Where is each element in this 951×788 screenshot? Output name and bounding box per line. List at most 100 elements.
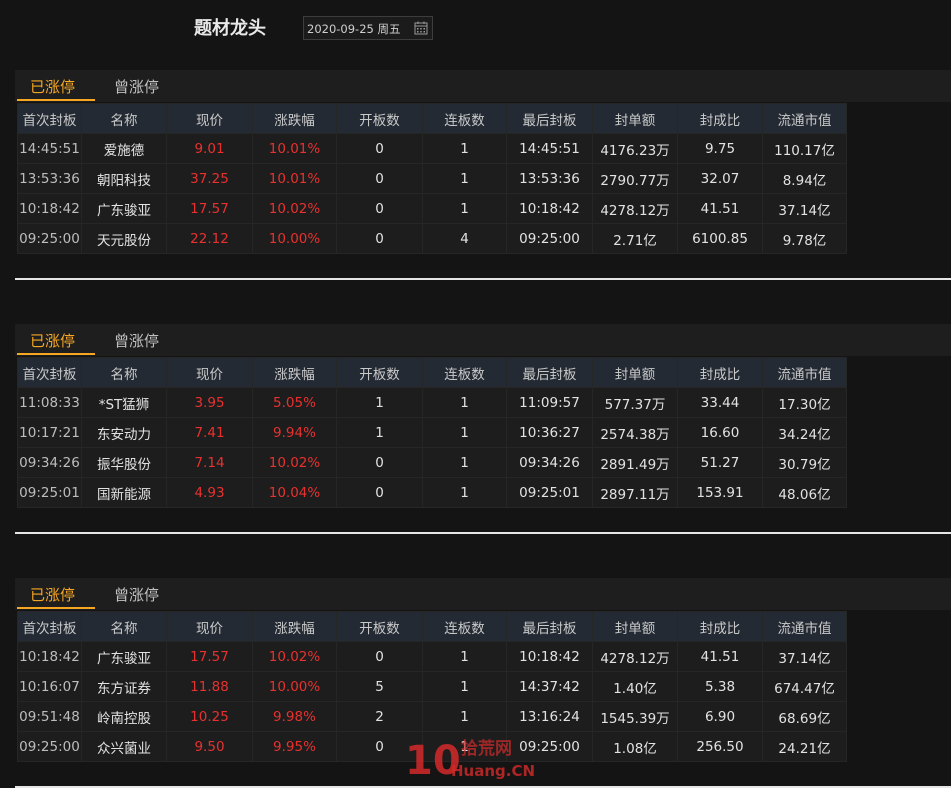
column-header-consecutive-count[interactable]: 连板数 — [422, 611, 507, 642]
cell-float-cap: 37.14亿 — [762, 641, 847, 672]
cell-stock-name: 广东骏亚 — [81, 641, 167, 672]
cell-first-seal-time: 09:51:48 — [17, 701, 82, 732]
table-row[interactable]: 09:34:26 振华股份 7.14 10.02% 0 1 09:34:26 2891.49万… — [17, 447, 847, 478]
tab-ever-limit-up[interactable]: 曾涨停 — [114, 330, 159, 351]
cell-price: 17.57 — [166, 193, 253, 224]
column-header-first-seal-time[interactable]: 首次封板 — [17, 103, 82, 134]
cell-float-cap: 37.14亿 — [762, 193, 847, 224]
column-header-price[interactable]: 现价 — [166, 357, 253, 388]
column-header-first-seal-time[interactable]: 首次封板 — [17, 357, 82, 388]
table-row[interactable]: 10:18:42 广东骏亚 17.57 10.02% 0 1 10:18:42 4278.12… — [17, 193, 847, 224]
column-header-float-cap[interactable]: 流通市值 — [762, 611, 847, 642]
column-header-price[interactable]: 现价 — [166, 103, 253, 134]
column-header-float-cap[interactable]: 流通市值 — [762, 357, 847, 388]
table-row[interactable]: 10:17:21 东安动力 7.41 9.94% 1 1 10:36:27 2574.38万 1… — [17, 417, 847, 448]
column-header-change-pct[interactable]: 涨跌幅 — [252, 611, 337, 642]
cell-change-pct: 10.04% — [252, 477, 337, 508]
cell-float-cap: 68.69亿 — [762, 701, 847, 732]
cell-consecutive-count: 1 — [422, 671, 507, 702]
cell-seal-amount: 577.37万 — [592, 387, 678, 418]
cell-last-seal-time: 10:36:27 — [506, 417, 593, 448]
tab-limit-up[interactable]: 已涨停 — [30, 584, 75, 605]
cell-price: 7.14 — [166, 447, 253, 478]
column-header-last-seal-time[interactable]: 最后封板 — [506, 357, 593, 388]
column-header-stock-name[interactable]: 名称 — [81, 357, 167, 388]
cell-open-count: 0 — [336, 193, 423, 224]
cell-seal-amount: 4278.12万 — [592, 193, 678, 224]
cell-seal-ratio: 33.44 — [677, 387, 763, 418]
cell-change-pct: 10.00% — [252, 223, 337, 254]
column-header-open-count[interactable]: 开板数 — [336, 357, 423, 388]
column-header-seal-ratio[interactable]: 封成比 — [677, 611, 763, 642]
column-header-change-pct[interactable]: 涨跌幅 — [252, 357, 337, 388]
column-header-consecutive-count[interactable]: 连板数 — [422, 357, 507, 388]
calendar-icon[interactable] — [414, 21, 428, 35]
table-header-row: 首次封板 名称 现价 涨跌幅 开板数 连板数 最后封板 封单额 封成比 流通市值 — [17, 611, 847, 642]
column-header-float-cap[interactable]: 流通市值 — [762, 103, 847, 134]
stock-table: 首次封板 名称 现价 涨跌幅 开板数 连板数 最后封板 封单额 封成比 流通市值 14:45:51… — [17, 103, 847, 254]
column-header-price[interactable]: 现价 — [166, 611, 253, 642]
cell-last-seal-time: 09:25:01 — [506, 477, 593, 508]
column-header-stock-name[interactable]: 名称 — [81, 103, 167, 134]
column-header-seal-ratio[interactable]: 封成比 — [677, 103, 763, 134]
column-header-consecutive-count[interactable]: 连板数 — [422, 103, 507, 134]
cell-stock-name: 天元股份 — [81, 223, 167, 254]
column-header-seal-ratio[interactable]: 封成比 — [677, 357, 763, 388]
cell-last-seal-time: 13:16:24 — [506, 701, 593, 732]
cell-last-seal-time: 13:53:36 — [506, 163, 593, 194]
cell-first-seal-time: 10:18:42 — [17, 193, 82, 224]
column-header-seal-amount[interactable]: 封单额 — [592, 103, 678, 134]
table-row[interactable]: 11:08:33 *ST猛狮 3.95 5.05% 1 1 11:09:57 577.37万 3… — [17, 387, 847, 418]
table-row[interactable]: 10:16:07 东方证券 11.88 10.00% 5 1 14:37:42 1.40亿 5.… — [17, 671, 847, 702]
table-row[interactable]: 09:25:00 天元股份 22.12 10.00% 0 4 09:25:00 2.71亿 61… — [17, 223, 847, 254]
cell-consecutive-count: 1 — [422, 193, 507, 224]
tab-bar: 已涨停 曾涨停 — [15, 70, 951, 102]
cell-open-count: 5 — [336, 671, 423, 702]
cell-seal-amount: 2897.11万 — [592, 477, 678, 508]
column-header-change-pct[interactable]: 涨跌幅 — [252, 103, 337, 134]
table-row[interactable]: 13:53:36 朝阳科技 37.25 10.01% 0 1 13:53:36 2790.77… — [17, 163, 847, 194]
cell-change-pct: 9.98% — [252, 701, 337, 732]
column-header-open-count[interactable]: 开板数 — [336, 103, 423, 134]
cell-consecutive-count: 1 — [422, 163, 507, 194]
column-header-stock-name[interactable]: 名称 — [81, 611, 167, 642]
column-header-seal-amount[interactable]: 封单额 — [592, 611, 678, 642]
cell-open-count: 1 — [336, 417, 423, 448]
cell-price: 22.12 — [166, 223, 253, 254]
column-header-open-count[interactable]: 开板数 — [336, 611, 423, 642]
cell-float-cap: 17.30亿 — [762, 387, 847, 418]
cell-open-count: 2 — [336, 701, 423, 732]
column-header-last-seal-time[interactable]: 最后封板 — [506, 103, 593, 134]
date-value: 2020-09-25 周五 — [307, 22, 401, 36]
tab-bar: 已涨停 曾涨停 — [15, 578, 951, 610]
table-row[interactable]: 10:18:42 广东骏亚 17.57 10.02% 0 1 10:18:42 4278.12… — [17, 641, 847, 672]
cell-first-seal-time: 14:45:51 — [17, 133, 82, 164]
cell-float-cap: 674.47亿 — [762, 671, 847, 702]
cell-stock-name: 岭南控股 — [81, 701, 167, 732]
tab-ever-limit-up[interactable]: 曾涨停 — [114, 76, 159, 97]
watermark-text-cn: 拾荒网 — [461, 738, 512, 759]
cell-float-cap: 48.06亿 — [762, 477, 847, 508]
column-header-first-seal-time[interactable]: 首次封板 — [17, 611, 82, 642]
cell-first-seal-time: 11:08:33 — [17, 387, 82, 418]
cell-price: 10.25 — [166, 701, 253, 732]
tab-ever-limit-up[interactable]: 曾涨停 — [114, 584, 159, 605]
table-row[interactable]: 09:51:48 岭南控股 10.25 9.98% 2 1 13:16:24 1545.39万… — [17, 701, 847, 732]
tab-limit-up[interactable]: 已涨停 — [30, 330, 75, 351]
cell-consecutive-count: 1 — [422, 641, 507, 672]
stock-table: 首次封板 名称 现价 涨跌幅 开板数 连板数 最后封板 封单额 封成比 流通市值 11:08:33… — [17, 357, 847, 508]
cell-change-pct: 10.00% — [252, 671, 337, 702]
cell-seal-amount: 2891.49万 — [592, 447, 678, 478]
column-header-seal-amount[interactable]: 封单额 — [592, 357, 678, 388]
table-row[interactable]: 09:25:01 国新能源 4.93 10.04% 0 1 09:25:01 2897.11万… — [17, 477, 847, 508]
cell-price: 4.93 — [166, 477, 253, 508]
table-row[interactable]: 14:45:51 爱施德 9.01 10.01% 0 1 14:45:51 4176.23万 9… — [17, 133, 847, 164]
table-header-row: 首次封板 名称 现价 涨跌幅 开板数 连板数 最后封板 封单额 封成比 流通市值 — [17, 357, 847, 388]
column-header-last-seal-time[interactable]: 最后封板 — [506, 611, 593, 642]
date-picker[interactable]: 2020-09-25 周五 — [303, 16, 433, 40]
cell-seal-ratio: 5.38 — [677, 671, 763, 702]
cell-first-seal-time: 09:25:00 — [17, 731, 82, 762]
table-header-row: 首次封板 名称 现价 涨跌幅 开板数 连板数 最后封板 封单额 封成比 流通市值 — [17, 103, 847, 134]
cell-first-seal-time: 13:53:36 — [17, 163, 82, 194]
tab-limit-up[interactable]: 已涨停 — [30, 76, 75, 97]
